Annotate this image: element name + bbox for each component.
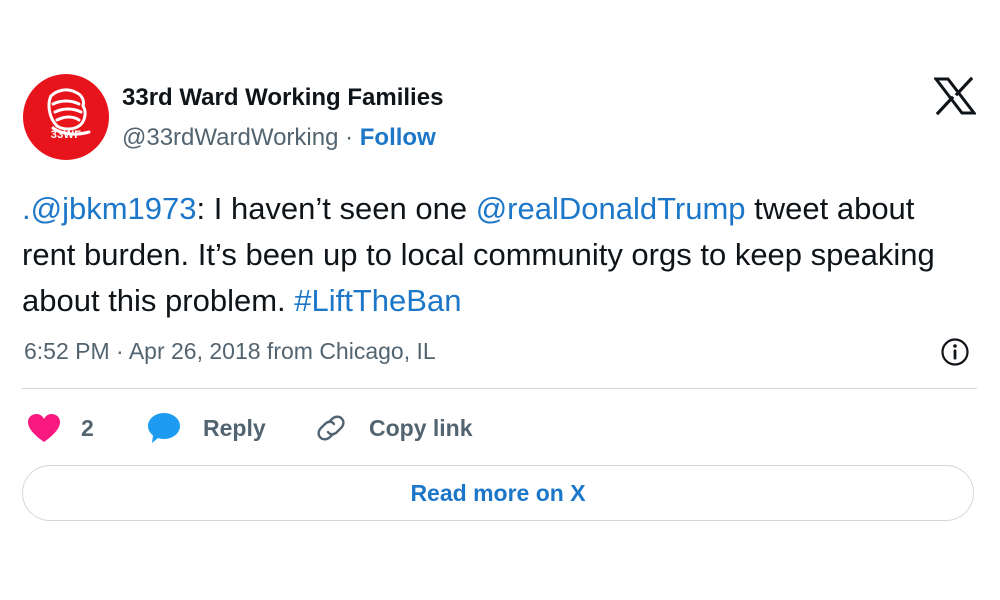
copy-link-button[interactable]: Copy link <box>315 410 473 446</box>
hashtag-link[interactable]: #LiftTheBan <box>294 283 461 318</box>
reply-bubble-icon <box>148 413 180 443</box>
author-handle[interactable]: @33rdWardWorking <box>122 124 338 151</box>
info-icon[interactable] <box>940 337 970 367</box>
like-button[interactable]: 2 <box>27 410 94 446</box>
mention-link[interactable]: @realDonaldTrump <box>476 191 746 226</box>
mention-link[interactable]: .@jbkm1973 <box>22 191 197 226</box>
x-logo-icon[interactable] <box>934 77 976 115</box>
tweet-timestamp[interactable]: 6:52 PM · Apr 26, 2018 from Chicago, IL <box>24 338 436 365</box>
handle-separator: · <box>338 124 360 151</box>
avatar-text: 33WF <box>50 129 82 141</box>
read-more-button[interactable]: Read more on X <box>22 465 974 521</box>
reply-label: Reply <box>203 414 266 441</box>
follow-button[interactable]: Follow <box>360 124 436 151</box>
link-icon <box>317 415 345 441</box>
author-handle-line: @33rdWardWorking · Follow <box>122 124 436 152</box>
reply-button[interactable]: Reply <box>147 410 266 446</box>
fist-logo-icon <box>47 88 91 136</box>
tweet-text: .@jbkm1973: I haven’t seen one @realDona… <box>22 186 972 324</box>
heart-icon <box>28 414 60 442</box>
divider <box>22 388 977 389</box>
author-name[interactable]: 33rd Ward Working Families <box>122 84 443 112</box>
tweet-embed: 33WF 33rd Ward Working Families @33rdWar… <box>0 0 1000 600</box>
copy-link-label: Copy link <box>369 414 473 441</box>
tweet-text-segment: : I haven’t seen one <box>196 191 476 226</box>
like-count: 2 <box>81 414 94 441</box>
avatar[interactable]: 33WF <box>23 74 109 160</box>
